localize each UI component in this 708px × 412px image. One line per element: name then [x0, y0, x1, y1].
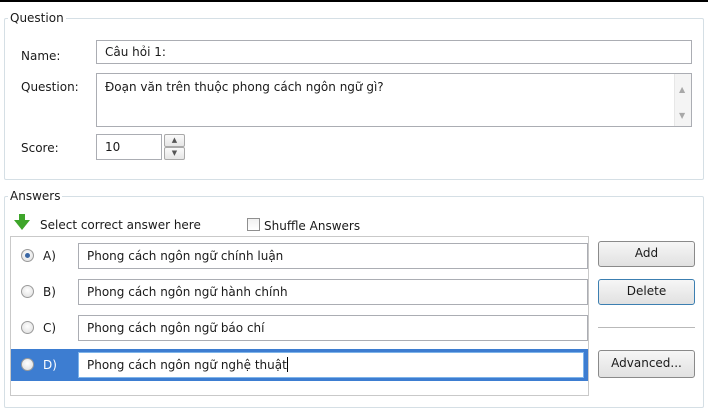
answer-c-letter: C): [43, 321, 57, 335]
answer-d-field[interactable]: Phong cách ngôn ngữ nghệ thuật: [78, 352, 584, 378]
answer-d-letter: D): [43, 358, 57, 372]
question-text: Đoạn văn trên thuộc phong cách ngôn ngữ …: [105, 80, 384, 94]
answer-row-b[interactable]: B) Phong cách ngôn ngữ hành chính: [11, 277, 588, 307]
scroll-down-icon[interactable]: ▼: [679, 112, 685, 120]
answer-b-field[interactable]: Phong cách ngôn ngữ hành chính: [78, 279, 588, 305]
answer-row-a[interactable]: A) Phong cách ngôn ngữ chính luận: [11, 241, 588, 271]
answer-c-field[interactable]: Phong cách ngôn ngữ báo chí: [78, 315, 588, 341]
shuffle-answers-checkbox[interactable]: [247, 218, 260, 231]
answer-row-d[interactable]: D) Phong cách ngôn ngữ nghệ thuật: [11, 349, 588, 381]
add-button[interactable]: Add: [598, 241, 695, 267]
advanced-button[interactable]: Advanced...: [598, 350, 695, 378]
answer-b-letter: B): [43, 285, 56, 299]
select-correct-hint: Select correct answer here: [40, 218, 201, 232]
delete-button[interactable]: Delete: [598, 279, 695, 305]
answer-c-radio[interactable]: [21, 321, 34, 334]
question-scrollbar[interactable]: ▲ ▼: [674, 74, 691, 126]
answers-list: A) Phong cách ngôn ngữ chính luận B) Pho…: [10, 236, 589, 396]
question-group-title: Question: [8, 11, 66, 25]
score-up-button[interactable]: ▲: [164, 134, 185, 147]
top-border: [0, 0, 708, 2]
shuffle-answers-label[interactable]: Shuffle Answers: [264, 218, 360, 234]
answers-group-title: Answers: [8, 189, 63, 203]
name-field[interactable]: Câu hỏi 1:: [96, 40, 692, 64]
score-label: Score:: [21, 141, 59, 155]
down-arrow-icon: [14, 214, 30, 230]
answer-d-text: Phong cách ngôn ngữ nghệ thuật: [87, 358, 287, 372]
answer-d-radio[interactable]: [21, 358, 34, 371]
answer-a-radio[interactable]: [21, 249, 34, 262]
answer-a-letter: A): [43, 249, 56, 263]
answer-b-radio[interactable]: [21, 285, 34, 298]
scroll-up-icon[interactable]: ▲: [679, 86, 685, 94]
score-input[interactable]: 10: [96, 134, 162, 160]
question-field[interactable]: Đoạn văn trên thuộc phong cách ngôn ngữ …: [96, 73, 692, 127]
question-label: Question:: [21, 80, 79, 94]
answer-row-c[interactable]: C) Phong cách ngôn ngữ báo chí: [11, 313, 588, 343]
name-label: Name:: [21, 49, 61, 63]
answer-a-field[interactable]: Phong cách ngôn ngữ chính luận: [78, 243, 588, 269]
text-caret: [286, 357, 288, 372]
score-down-button[interactable]: ▼: [164, 147, 185, 160]
button-separator: [598, 327, 695, 328]
